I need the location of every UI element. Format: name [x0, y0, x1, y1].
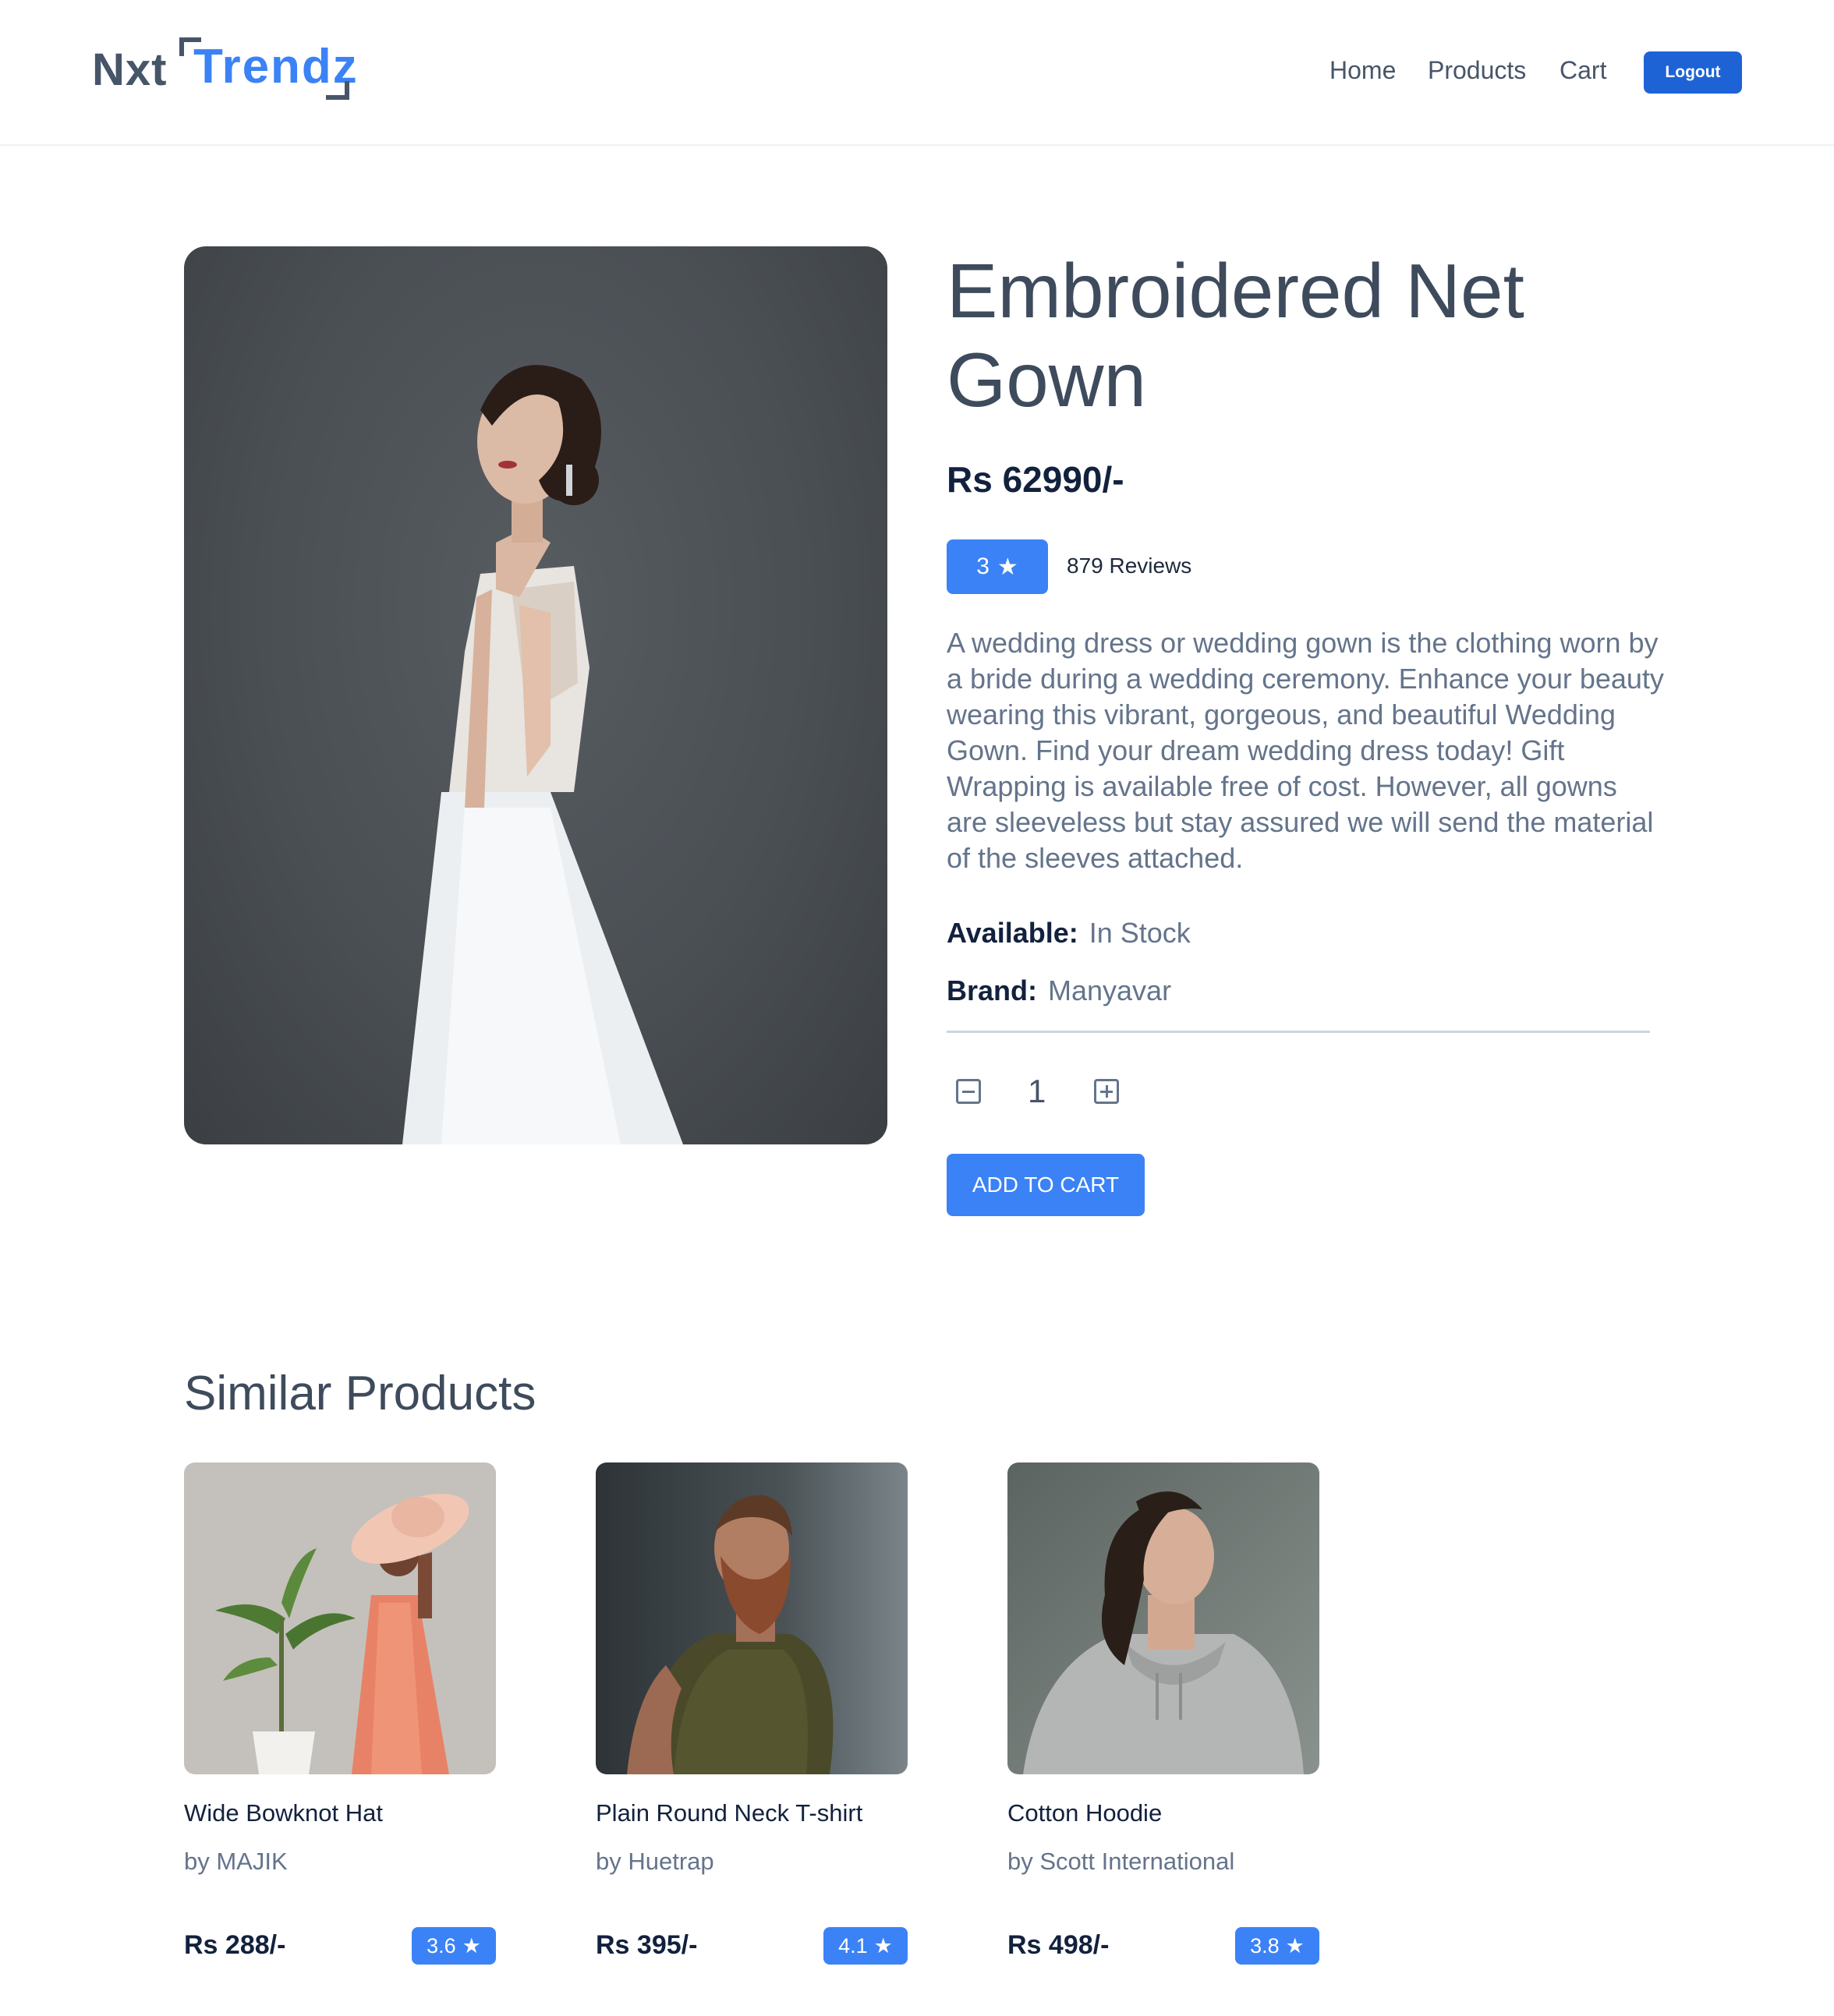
- product-image: [184, 246, 887, 1144]
- availability-row: Available: In Stock: [947, 917, 1191, 950]
- similar-product-brand: by Huetrap: [596, 1848, 714, 1875]
- plus-icon-vertical: [1105, 1085, 1108, 1098]
- woman-hat-photo-icon: [184, 1462, 496, 1774]
- quantity-value: 1: [1028, 1073, 1046, 1109]
- star-icon: ★: [873, 1933, 893, 1958]
- wedding-gown-photo-icon: [402, 365, 683, 1144]
- similar-product-card[interactable]: Plain Round Neck T-shirt by Huetrap Rs 3…: [596, 1462, 908, 1985]
- details-divider: [947, 1031, 1650, 1033]
- quantity-decrease-button[interactable]: [956, 1079, 981, 1104]
- nav-cart-link[interactable]: Cart: [1560, 56, 1606, 85]
- similar-product-title[interactable]: Plain Round Neck T-shirt: [596, 1799, 862, 1827]
- star-icon: ★: [462, 1933, 481, 1958]
- similar-product-card[interactable]: Wide Bowknot Hat by MAJIK Rs 288/- 3.6 ★: [184, 1462, 496, 1985]
- similar-product-title[interactable]: Cotton Hoodie: [1007, 1799, 1162, 1827]
- similar-product-brand: by Scott International: [1007, 1848, 1235, 1875]
- brand-row: Brand: Manyavar: [947, 974, 1171, 1007]
- product-reviews-count: 879 Reviews: [1067, 554, 1192, 578]
- hoodie-man-photo-icon: [1007, 1462, 1319, 1774]
- similar-product-title[interactable]: Wide Bowknot Hat: [184, 1799, 383, 1827]
- similar-product-price: Rs 288/-: [184, 1930, 286, 1960]
- star-icon: ★: [997, 554, 1018, 580]
- similar-product-rating-badge: 3.8 ★: [1235, 1927, 1319, 1965]
- product-title: Embroidered Net Gown: [947, 248, 1524, 423]
- product-rating-value: 3: [976, 554, 990, 579]
- similar-product-image[interactable]: [1007, 1462, 1319, 1774]
- similar-product-image[interactable]: [596, 1462, 908, 1774]
- nxt-trendz-logo[interactable]: Nxt Trendz: [92, 34, 357, 106]
- similar-product-rating-value: 3.8: [1250, 1933, 1280, 1958]
- minus-icon: [962, 1090, 975, 1093]
- site-header: Nxt Trendz Home Products Cart Logout: [0, 0, 1834, 146]
- similar-product-rating-value: 3.6: [427, 1933, 456, 1958]
- bearded-man-photo-icon: [596, 1462, 908, 1774]
- availability-value: In Stock: [1089, 917, 1191, 949]
- brand-value: Manyavar: [1048, 974, 1172, 1006]
- nav-products-link[interactable]: Products: [1428, 56, 1526, 85]
- logo-text-nxt: Nxt: [92, 44, 168, 95]
- similar-product-card[interactable]: Cotton Hoodie by Scott International Rs …: [1007, 1462, 1319, 1985]
- add-to-cart-button[interactable]: ADD TO CART: [947, 1154, 1145, 1216]
- similar-product-brand: by MAJIK: [184, 1848, 288, 1875]
- similar-product-rating-badge: 4.1 ★: [823, 1927, 908, 1965]
- quantity-increase-button[interactable]: [1094, 1079, 1119, 1104]
- product-description: A wedding dress or wedding gown is the c…: [947, 627, 1664, 874]
- product-rating-badge: 3 ★: [947, 539, 1048, 594]
- similar-product-rating-badge: 3.6 ★: [412, 1927, 496, 1965]
- similar-product-image[interactable]: [184, 1462, 496, 1774]
- logo-bracket-bottom-right: [326, 81, 349, 100]
- similar-products-heading: Similar Products: [184, 1367, 536, 1420]
- similar-product-rating-value: 4.1: [838, 1933, 868, 1958]
- logout-button[interactable]: Logout: [1644, 51, 1742, 94]
- similar-product-price: Rs 395/-: [596, 1930, 698, 1960]
- brand-label: Brand:: [947, 974, 1037, 1006]
- nav-home-link[interactable]: Home: [1329, 56, 1396, 85]
- similar-product-price: Rs 498/-: [1007, 1930, 1110, 1960]
- availability-label: Available:: [947, 917, 1078, 949]
- star-icon: ★: [1285, 1933, 1305, 1958]
- product-price: Rs 62990/-: [947, 459, 1124, 500]
